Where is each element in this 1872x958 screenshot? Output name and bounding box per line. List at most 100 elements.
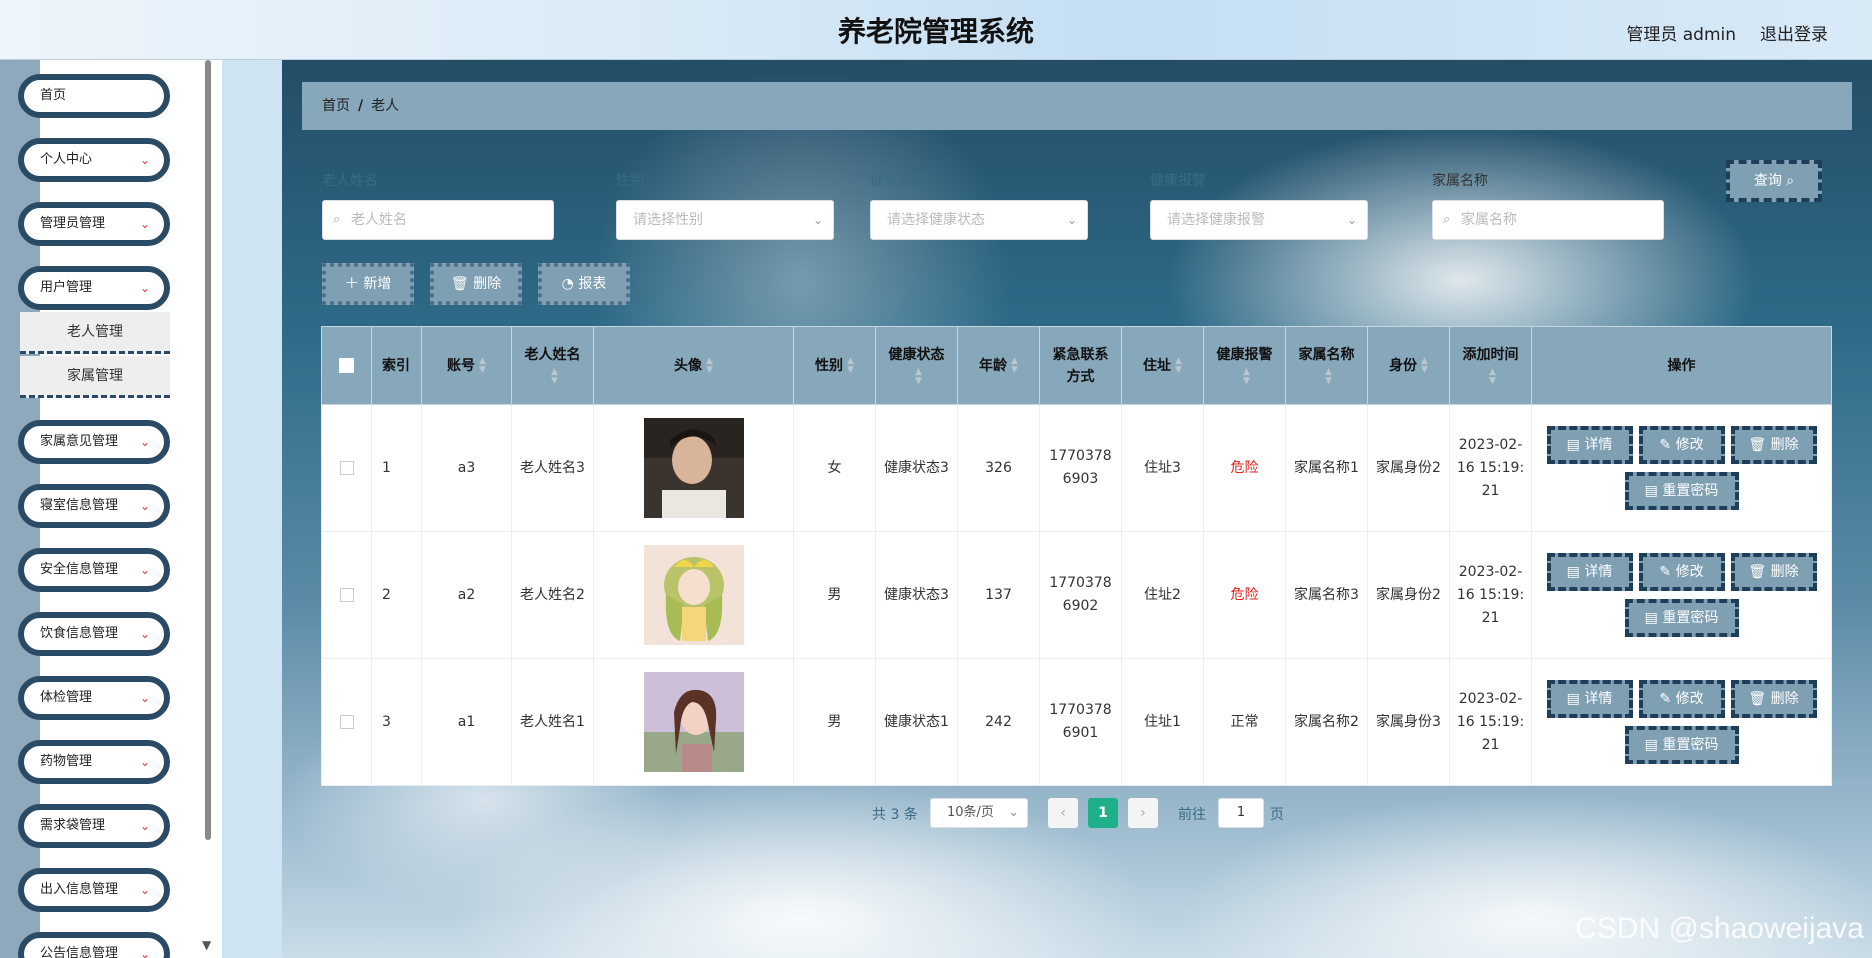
- search-icon: ⌕: [1786, 173, 1795, 189]
- sidebar-item-label: 公告信息管理: [40, 946, 119, 958]
- table-row[interactable]: 2 a2 老人姓名2 男健康状态3 137 17703786902 住址2 危险 家属名称3 家属…: [321, 531, 1832, 659]
- sort-icon[interactable]: ▲ ▼: [1325, 367, 1332, 386]
- breadcrumb-separator: /: [358, 98, 364, 114]
- gender-select[interactable]: 请选择性别 ⌄: [616, 200, 834, 240]
- add-button[interactable]: ＋ 新增: [322, 263, 414, 305]
- row-checkbox[interactable]: [339, 587, 354, 602]
- sort-icon[interactable]: ▲ ▼: [1421, 356, 1428, 375]
- col-alarm[interactable]: 健康报警 ▲ ▼: [1203, 326, 1286, 405]
- sort-icon[interactable]: ▲ ▼: [1243, 367, 1250, 386]
- cell-alarm: 危险: [1203, 531, 1286, 659]
- col-identity[interactable]: 身份 ▲ ▼: [1367, 326, 1450, 405]
- edit-button[interactable]: ✎ 修改: [1638, 553, 1725, 591]
- sort-icon[interactable]: ▲ ▼: [1011, 356, 1018, 375]
- sort-icon[interactable]: ▲ ▼: [479, 356, 486, 375]
- sidebar-item-4[interactable]: 家属意见管理 ⌄: [18, 420, 170, 464]
- main-content: 首页 / 老人 老人姓名 ⌕ 老人姓名 性别 请选择性别 ⌄ 健康状态 请选择健康状态 ⌄…: [282, 60, 1872, 958]
- sidebar-item-5[interactable]: 寝室信息管理 ⌄: [18, 484, 170, 528]
- cell-identity: 家属身份2: [1367, 404, 1450, 532]
- chevron-down-icon: ⌄: [812, 213, 823, 227]
- sidebar-item-1[interactable]: 个人中心 ⌄: [18, 138, 170, 182]
- sidebar-scrollbar[interactable]: [205, 60, 211, 840]
- delete-button[interactable]: 🗑 删除: [1730, 680, 1817, 718]
- col-index: 索引: [371, 326, 422, 405]
- next-page-button[interactable]: ›: [1128, 798, 1158, 828]
- prev-page-button[interactable]: ‹: [1048, 798, 1078, 828]
- sort-icon[interactable]: ▲ ▼: [915, 367, 922, 386]
- goto-page-input[interactable]: 1: [1218, 798, 1264, 828]
- family-search-input[interactable]: ⌕ 家属名称: [1432, 200, 1664, 240]
- cell-actions: ▤ 详情 ✎ 修改 🗑 删除 ▤ 重置密码: [1531, 658, 1832, 786]
- edit-button[interactable]: ✎ 修改: [1638, 680, 1725, 718]
- col-name[interactable]: 老人姓名 ▲ ▼: [511, 326, 594, 405]
- page-number-current[interactable]: 1: [1088, 798, 1118, 828]
- name-search-input[interactable]: ⌕ 老人姓名: [322, 200, 554, 240]
- row-checkbox[interactable]: [339, 714, 354, 729]
- cell-family: 家属名称2: [1285, 658, 1368, 786]
- sort-icon[interactable]: ▲ ▼: [551, 367, 558, 386]
- detail-button[interactable]: ▤ 详情: [1546, 680, 1633, 718]
- logout-link[interactable]: 退出登录: [1760, 20, 1828, 45]
- sidebar-subitem-1[interactable]: 家属管理: [20, 356, 170, 398]
- sort-icon[interactable]: ▲ ▼: [1175, 356, 1182, 375]
- col-phone: 紧急联系方式: [1039, 326, 1122, 405]
- reset-password-button[interactable]: ▤ 重置密码: [1624, 726, 1739, 764]
- cell-identity: 家属身份2: [1367, 531, 1450, 659]
- cell-actions: ▤ 详情 ✎ 修改 🗑 删除 ▤ 重置密码: [1531, 404, 1832, 532]
- select-all-checkbox[interactable]: [339, 358, 354, 373]
- sidebar-item-2[interactable]: 管理员管理 ⌄: [18, 202, 170, 246]
- sidebar-item-label: 安全信息管理: [40, 562, 119, 577]
- col-account[interactable]: 账号 ▲ ▼: [421, 326, 512, 405]
- breadcrumb-home[interactable]: 首页: [322, 98, 350, 114]
- sidebar-item-12[interactable]: 公告信息管理 ⌄: [18, 932, 170, 958]
- cell-age: 137: [957, 531, 1040, 659]
- detail-button[interactable]: ▤ 详情: [1546, 553, 1633, 591]
- sidebar-item-label: 寝室信息管理: [40, 498, 119, 513]
- col-address[interactable]: 住址 ▲ ▼: [1121, 326, 1204, 405]
- col-family[interactable]: 家属名称 ▲ ▼: [1285, 326, 1368, 405]
- col-age[interactable]: 年龄 ▲ ▼: [957, 326, 1040, 405]
- report-button[interactable]: ◔ 报表: [538, 263, 630, 305]
- query-button[interactable]: 查询 ⌕: [1726, 160, 1822, 202]
- table-row[interactable]: 3 a1 老人姓名1 男健康状态1 242 17703786901 住址1 正常 家属名称2 家属…: [321, 658, 1832, 786]
- sidebar-item-6[interactable]: 安全信息管理 ⌄: [18, 548, 170, 592]
- delete-button[interactable]: 🗑 删除: [1730, 426, 1817, 464]
- sidebar-item-0[interactable]: 首页: [18, 74, 170, 118]
- col-gender[interactable]: 性别 ▲ ▼: [793, 326, 876, 405]
- sidebar-item-11[interactable]: 出入信息管理 ⌄: [18, 868, 170, 912]
- sidebar-item-label: 出入信息管理: [40, 882, 119, 897]
- chevron-down-icon: ⌄: [1066, 213, 1077, 227]
- col-time[interactable]: 添加时间 ▲ ▼: [1449, 326, 1532, 405]
- col-health[interactable]: 健康状态 ▲ ▼: [875, 326, 958, 405]
- sidebar-subitem-0[interactable]: 老人管理: [20, 312, 170, 354]
- detail-button[interactable]: ▤ 详情: [1546, 426, 1633, 464]
- pencil-icon: ✎: [1659, 691, 1672, 707]
- page-size-select[interactable]: 10条/页 ⌄: [930, 798, 1028, 828]
- reset-password-button[interactable]: ▤ 重置密码: [1624, 472, 1739, 510]
- batch-delete-button[interactable]: 🗑 删除: [430, 263, 522, 305]
- cell-time: 2023-02-16 15:19:21: [1449, 404, 1532, 532]
- health-status-select[interactable]: 请选择健康状态 ⌄: [870, 200, 1088, 240]
- sidebar-item-3[interactable]: 用户管理 ⌄: [18, 266, 170, 310]
- sort-icon[interactable]: ▲ ▼: [847, 356, 854, 375]
- edit-button[interactable]: ✎ 修改: [1638, 426, 1725, 464]
- avatar-image: [600, 545, 787, 645]
- pie-chart-icon: ◔: [561, 276, 574, 292]
- chevron-down-icon: ⌄: [139, 819, 150, 833]
- sidebar-item-10[interactable]: 需求袋管理 ⌄: [18, 804, 170, 848]
- sidebar-item-9[interactable]: 药物管理 ⌄: [18, 740, 170, 784]
- health-alarm-select[interactable]: 请选择健康报警 ⌄: [1150, 200, 1368, 240]
- sort-icon[interactable]: ▲ ▼: [706, 356, 713, 375]
- table-row[interactable]: 1 a3 老人姓名3 女健康状态3 326 17703786903 住址3 危险 家属名称1 家属…: [321, 404, 1832, 532]
- sidebar-item-8[interactable]: 体检管理 ⌄: [18, 676, 170, 720]
- reset-password-button[interactable]: ▤ 重置密码: [1624, 599, 1739, 637]
- col-avatar[interactable]: 头像 ▲ ▼: [593, 326, 794, 405]
- sort-icon[interactable]: ▲ ▼: [1489, 367, 1496, 386]
- cell-address: 住址1: [1121, 658, 1204, 786]
- watermark: CSDN @shaoweijava: [1575, 912, 1864, 945]
- filter-label-family: 家属名称: [1432, 173, 1488, 189]
- delete-button[interactable]: 🗑 删除: [1730, 553, 1817, 591]
- sidebar-item-7[interactable]: 饮食信息管理 ⌄: [18, 612, 170, 656]
- row-checkbox[interactable]: [339, 460, 354, 475]
- scroll-down-icon[interactable]: ▼: [202, 938, 211, 952]
